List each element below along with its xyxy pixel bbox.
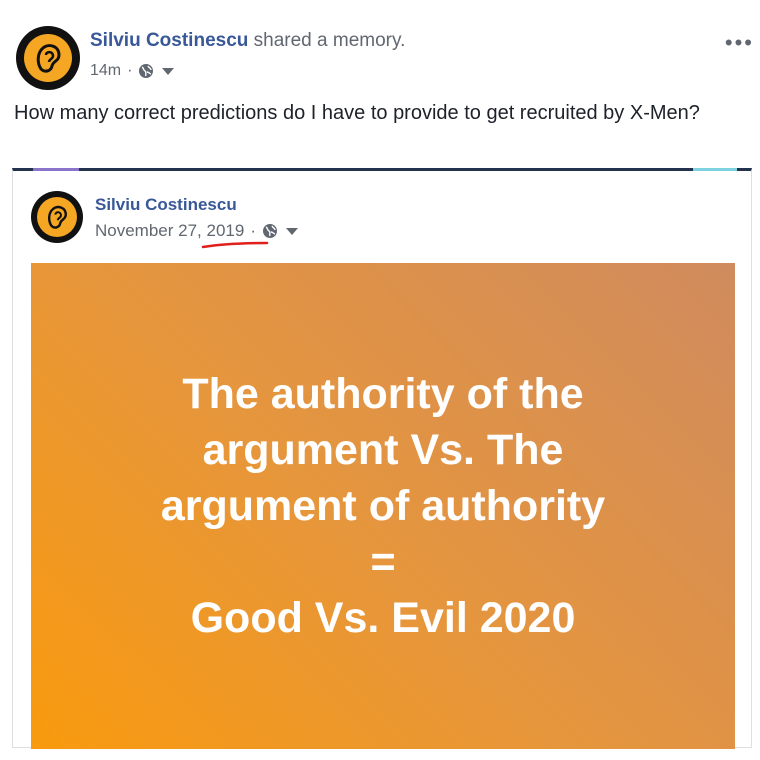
- ear-icon: [36, 44, 61, 73]
- caret-down-icon[interactable]: [286, 227, 298, 235]
- more-options-button[interactable]: •••: [725, 30, 754, 56]
- image-text-line: argument Vs. The: [202, 426, 564, 474]
- image-text-line: The authority of the: [182, 370, 584, 418]
- post-timestamp[interactable]: 14m: [90, 62, 121, 80]
- post-text: How many correct predictions do I have t…: [14, 102, 700, 124]
- card-accent-right: [693, 168, 737, 171]
- post-header: Silviu Costinescu shared a memory. 14m ·…: [14, 22, 754, 90]
- author-avatar[interactable]: [16, 26, 80, 90]
- author-name-link[interactable]: Silviu Costinescu: [90, 30, 248, 51]
- avatar-logo: [37, 197, 77, 237]
- card-accent-left: [33, 168, 79, 171]
- memory-date[interactable]: November 27, 2019: [95, 221, 244, 241]
- memory-meta: November 27, 2019 ·: [95, 221, 298, 241]
- caret-down-icon[interactable]: [162, 67, 175, 75]
- shared-memory-label: shared a memory.: [253, 30, 406, 51]
- ear-icon: [48, 205, 68, 229]
- post-meta: 14m ·: [90, 62, 175, 80]
- image-text-line: =: [370, 538, 396, 586]
- memory-image[interactable]: The authority of the argument Vs. The ar…: [31, 263, 735, 749]
- shared-memory-card[interactable]: Silviu Costinescu November 27, 2019 · Th…: [12, 168, 752, 749]
- image-text-line: argument of authority: [160, 482, 606, 530]
- meta-separator: ·: [250, 221, 256, 240]
- avatar-logo: [24, 34, 72, 82]
- globe-icon: [263, 224, 277, 238]
- image-text-line: Good Vs. Evil 2020: [190, 594, 576, 642]
- meta-separator: ·: [127, 62, 133, 79]
- memory-author-avatar[interactable]: [31, 191, 83, 243]
- red-underline-annotation: [201, 241, 269, 249]
- globe-icon: [139, 64, 154, 78]
- memory-author-name-link[interactable]: Silviu Costinescu: [95, 195, 237, 215]
- author-line: Silviu Costinescu shared a memory.: [90, 30, 405, 52]
- image-text: The authority of the argument Vs. The ar…: [103, 366, 663, 646]
